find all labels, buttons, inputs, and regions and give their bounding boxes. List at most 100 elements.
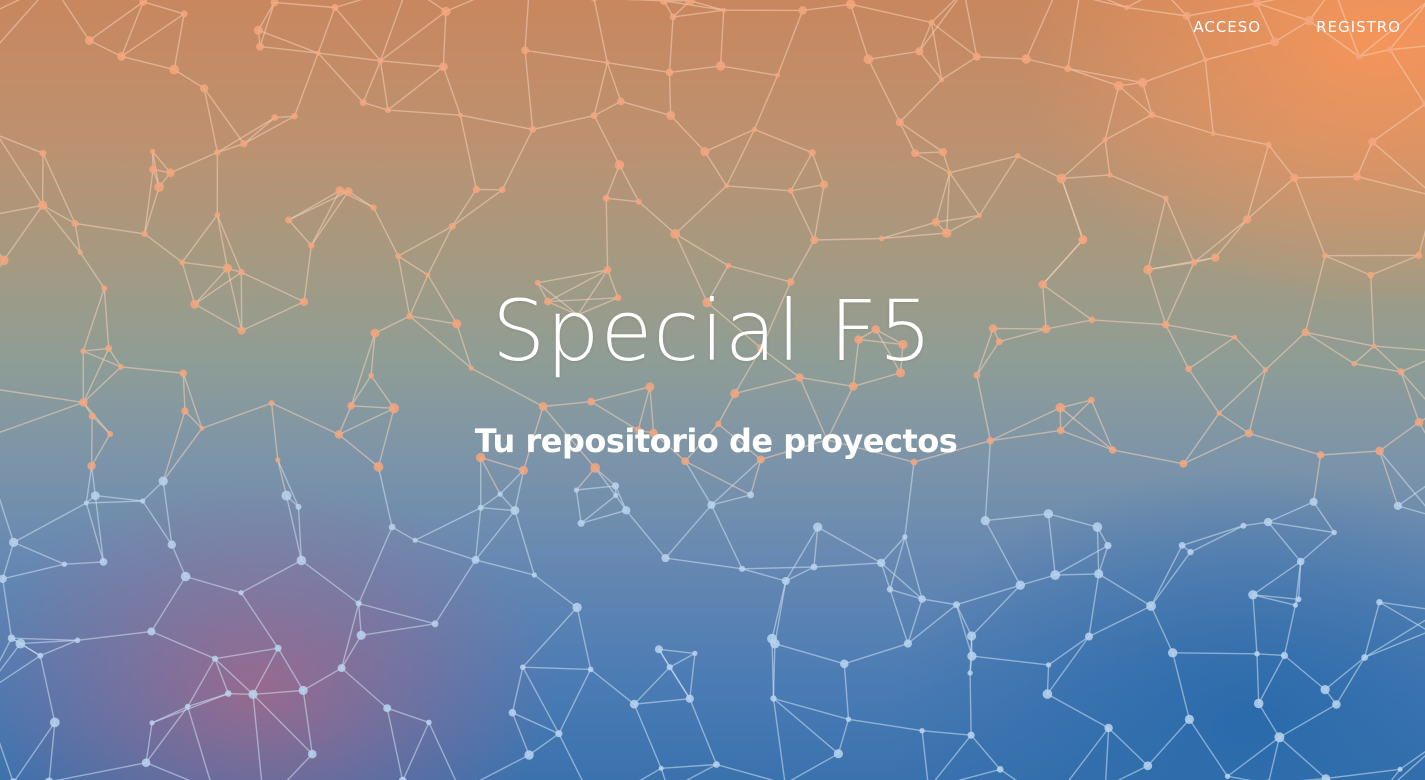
mesh-line (145, 762, 191, 780)
mesh-node (268, 400, 275, 407)
mesh-node (751, 126, 758, 132)
mesh-line (387, 66, 444, 111)
mesh-line (358, 603, 362, 636)
mesh-node (139, 0, 148, 6)
mesh-line (214, 647, 279, 660)
mesh-line (522, 666, 591, 671)
mesh-line (907, 604, 957, 645)
mesh-node (1178, 542, 1186, 549)
mesh-node (1085, 632, 1093, 641)
mesh-line (48, 722, 56, 780)
mesh-node (972, 52, 981, 61)
mesh-line (661, 763, 717, 769)
mesh-node (39, 149, 47, 157)
mesh-line (633, 666, 671, 705)
mesh-line (414, 539, 476, 561)
mesh-line (1370, 254, 1420, 276)
mesh-line (1165, 197, 1195, 263)
mesh-line (391, 526, 416, 541)
mesh-node (439, 62, 448, 72)
mesh-line (934, 734, 972, 780)
mesh-line (1300, 531, 1335, 563)
mesh-line (867, 58, 901, 123)
mesh-line (1108, 727, 1149, 767)
mesh-node (274, 644, 282, 652)
mesh-line (802, 3, 851, 12)
mesh-node (499, 186, 506, 194)
mesh-node (1148, 111, 1156, 119)
mesh-node (715, 61, 726, 71)
mesh-node (669, 13, 677, 21)
mesh-line (14, 722, 56, 780)
mesh-node (77, 249, 83, 255)
mesh-line (77, 630, 152, 641)
mesh-node (117, 52, 126, 61)
mesh-line (1213, 132, 1269, 146)
mesh-node (331, 4, 339, 11)
mesh-node (895, 118, 904, 127)
mesh-line (689, 698, 718, 765)
mesh-line (1117, 765, 1149, 780)
mesh-node (538, 402, 548, 411)
mesh-node (813, 522, 823, 532)
mesh-node (1280, 651, 1288, 660)
mesh-line (970, 734, 1001, 770)
mesh-node (1270, 37, 1280, 47)
mesh-node (713, 761, 720, 768)
mesh-line (594, 467, 617, 496)
mesh-node (1079, 235, 1088, 244)
mesh-line (719, 10, 725, 66)
mesh-line (774, 580, 787, 644)
mesh-node (886, 586, 894, 593)
mesh-line (899, 79, 943, 123)
mesh-node (1393, 501, 1402, 510)
mesh-line (558, 669, 592, 735)
mesh-line (1399, 751, 1425, 770)
mesh-line (889, 589, 909, 644)
mesh-node (388, 523, 396, 531)
mesh-node (355, 600, 362, 607)
mesh-node (90, 491, 100, 500)
mesh-node (1094, 569, 1104, 579)
mesh-line (0, 135, 44, 154)
mesh-node (629, 699, 639, 709)
mesh-node (1050, 570, 1061, 580)
mesh-node (967, 651, 977, 661)
mesh-line (914, 151, 943, 154)
mesh-line (1389, 49, 1425, 105)
mesh-node (308, 242, 315, 249)
mesh-line (13, 541, 65, 565)
mesh-node (590, 0, 598, 2)
mesh-line (774, 643, 845, 665)
mesh-node (356, 630, 366, 640)
mesh-line (302, 690, 313, 755)
mesh-node (1331, 529, 1337, 536)
mesh-line (214, 658, 254, 695)
mesh-line (704, 151, 728, 187)
mesh-line (930, 22, 943, 80)
mesh-node (373, 461, 384, 472)
mesh-line (1389, 45, 1425, 51)
mesh-line (143, 186, 160, 235)
mesh-line (1267, 521, 1302, 563)
mesh-line (811, 152, 825, 185)
mesh-node (724, 183, 730, 189)
mesh-node (149, 148, 156, 155)
register-link[interactable]: REGISTRO (1316, 17, 1401, 37)
mesh-node (747, 491, 755, 499)
mesh-node (1015, 580, 1025, 590)
mesh-node (84, 36, 94, 45)
mesh-line (386, 708, 404, 780)
mesh-node (519, 465, 528, 475)
mesh-line (904, 536, 923, 600)
mesh-node (149, 165, 158, 174)
login-link[interactable]: ACCESO (1193, 17, 1261, 37)
mesh-node (181, 407, 189, 415)
mesh-line (252, 693, 313, 755)
mesh-node (238, 590, 244, 596)
mesh-node (1252, 0, 1261, 8)
mesh-node (1104, 723, 1113, 733)
mesh-node (1248, 590, 1258, 600)
mesh-line (358, 526, 393, 604)
mesh-line (580, 494, 617, 524)
